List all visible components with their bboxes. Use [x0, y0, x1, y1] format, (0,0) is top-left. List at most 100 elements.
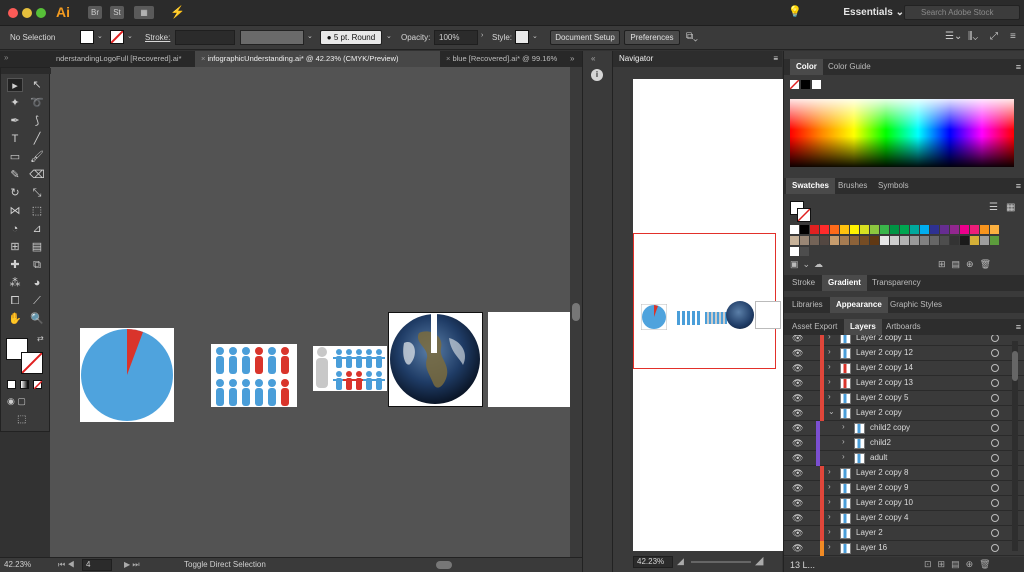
layer-row[interactable]: 👁 › Layer 2 copy 5	[784, 391, 1024, 406]
color-swatch[interactable]	[970, 236, 979, 245]
color-swatch[interactable]	[870, 225, 879, 234]
tab-libraries[interactable]: Libraries	[786, 297, 829, 313]
visibility-eye-icon[interactable]: 👁	[792, 408, 803, 419]
chevron-right-icon[interactable]: ›	[842, 422, 845, 431]
chevron-right-icon[interactable]: ›	[828, 467, 831, 476]
layer-name[interactable]: Layer 16	[856, 543, 887, 552]
zoom-level[interactable]: 42.23%	[4, 560, 31, 569]
visibility-eye-icon[interactable]: 👁	[792, 363, 803, 374]
arrange-icon[interactable]: ⧉⌄	[686, 31, 698, 42]
layer-row[interactable]: 👁 › Layer 2 copy 10	[784, 496, 1024, 511]
draw-mode-icon[interactable]: ◉ ▢	[7, 396, 26, 407]
align-icon[interactable]: ☰⌄	[945, 31, 962, 42]
layer-row[interactable]: 👁 › Layer 2 copy 12	[784, 346, 1024, 361]
color-swatch[interactable]	[980, 225, 989, 234]
chevron-right-icon[interactable]: ›	[828, 497, 831, 506]
none-mode-icon[interactable]	[33, 380, 42, 389]
color-swatch[interactable]	[980, 236, 989, 245]
artboard-pie[interactable]	[80, 328, 174, 422]
tab-understanding-logo[interactable]: nderstandingLogoFull [Recovered].ai*	[50, 51, 195, 67]
stroke-color-box[interactable]	[21, 352, 43, 374]
layer-name[interactable]: Layer 2 copy 4	[856, 513, 908, 522]
layer-target-icon[interactable]	[991, 484, 999, 492]
zoom-window-button[interactable]	[36, 8, 46, 18]
layer-row[interactable]: 👁 › child2	[784, 436, 1024, 451]
color-swatch[interactable]	[840, 225, 849, 234]
color-swatch[interactable]	[890, 225, 899, 234]
layer-target-icon[interactable]	[991, 514, 999, 522]
arrange-documents-icon[interactable]: ▦	[134, 6, 154, 19]
bridge-button[interactable]: Br	[88, 6, 102, 19]
chevron-right-icon[interactable]: ›	[828, 335, 831, 341]
layer-name[interactable]: child2 copy	[870, 423, 910, 432]
tab-layers[interactable]: Layers	[844, 319, 882, 335]
list-view-icon[interactable]: ☰	[989, 202, 998, 213]
color-swatch[interactable]	[930, 236, 939, 245]
swatch-action-icons[interactable]: ⊞▤⊕🗑	[938, 259, 997, 270]
layer-target-icon[interactable]	[991, 379, 999, 387]
perspective-grid-tool-icon[interactable]: ⊿	[29, 222, 45, 236]
layer-target-icon[interactable]	[991, 335, 999, 342]
vertical-scroll-thumb[interactable]	[572, 303, 580, 321]
color-swatch[interactable]	[950, 225, 959, 234]
tab-brushes[interactable]: Brushes	[832, 178, 873, 194]
color-swatch[interactable]	[860, 225, 869, 234]
color-swatch[interactable]	[930, 225, 939, 234]
layer-name[interactable]: child2	[870, 438, 891, 447]
layer-name[interactable]: Layer 2 copy 11	[856, 335, 912, 342]
collapse-tools-icon[interactable]: »	[4, 53, 8, 62]
color-swatch[interactable]	[990, 225, 999, 234]
color-swatch[interactable]	[800, 247, 809, 256]
swatch-library-icons[interactable]: ▣⌄☁	[790, 259, 827, 270]
eraser-tool-icon[interactable]: ⌫	[29, 168, 45, 182]
color-swatch[interactable]	[920, 225, 929, 234]
color-none-swatch[interactable]	[789, 79, 800, 90]
layers-menu-icon[interactable]: ≡	[1016, 319, 1021, 335]
magic-wand-tool-icon[interactable]: ✦	[7, 96, 23, 110]
chevron-down-icon[interactable]: ⌄	[828, 407, 835, 416]
thumbnail-view-icon[interactable]: ▦	[1006, 202, 1015, 213]
gradient-mode-icon[interactable]	[20, 380, 29, 389]
chevron-right-icon[interactable]: ›	[828, 392, 831, 401]
color-swatch[interactable]	[800, 225, 809, 234]
tab-appearance[interactable]: Appearance	[830, 297, 888, 313]
direct-selection-tool-icon[interactable]: ↖	[29, 78, 45, 92]
curvature-tool-icon[interactable]: ⟆	[29, 114, 45, 128]
blend-tool-icon[interactable]: ⧉	[29, 258, 45, 272]
chevron-right-icon[interactable]: ›	[828, 377, 831, 386]
gpu-performance-icon[interactable]: ⚡	[170, 5, 185, 19]
chevron-right-icon[interactable]: ›	[828, 527, 831, 536]
visibility-eye-icon[interactable]: 👁	[792, 498, 803, 509]
navigator-zoom-field[interactable]: 42.23%	[633, 556, 673, 568]
layer-name[interactable]: Layer 2 copy 9	[856, 483, 908, 492]
color-swatch[interactable]	[810, 225, 819, 234]
color-swatch[interactable]	[920, 236, 929, 245]
layer-target-icon[interactable]	[991, 529, 999, 537]
artboard-prev-icons[interactable]: ⏮ ◀	[58, 560, 75, 570]
visibility-eye-icon[interactable]: 👁	[792, 468, 803, 479]
layer-target-icon[interactable]	[991, 454, 999, 462]
opacity-field[interactable]: 100%	[434, 30, 478, 45]
stroke-weight-field[interactable]	[175, 30, 235, 45]
tab-blue[interactable]: × blue [Recovered].ai* @ 99.16%	[440, 51, 575, 67]
visibility-eye-icon[interactable]: 👁	[792, 423, 803, 434]
layer-row[interactable]: 👁 › Layer 16	[784, 541, 1024, 556]
visibility-eye-icon[interactable]: 👁	[792, 543, 803, 554]
profile-dropdown-icon[interactable]: ⌄	[307, 32, 313, 40]
color-swatch[interactable]	[960, 225, 969, 234]
color-swatch[interactable]	[790, 225, 799, 234]
artboard-canvas[interactable]	[50, 67, 570, 557]
lightbulb-icon[interactable]: 💡	[788, 5, 802, 18]
layer-name[interactable]: Layer 2 copy 5	[856, 393, 908, 402]
workspace-switcher[interactable]: Essentials ⌄	[843, 7, 904, 18]
lasso-tool-icon[interactable]: ➰	[29, 96, 45, 110]
layer-target-icon[interactable]	[991, 364, 999, 372]
document-setup-button[interactable]: Document Setup	[550, 30, 620, 45]
color-swatch[interactable]	[940, 236, 949, 245]
gradient-tool-icon[interactable]: ▤	[29, 240, 45, 254]
color-swatch[interactable]	[810, 236, 819, 245]
layer-target-icon[interactable]	[991, 424, 999, 432]
eyedropper-tool-icon[interactable]: ✚	[7, 258, 23, 272]
color-black-swatch[interactable]	[801, 80, 810, 89]
fill-swatch[interactable]	[80, 30, 94, 44]
